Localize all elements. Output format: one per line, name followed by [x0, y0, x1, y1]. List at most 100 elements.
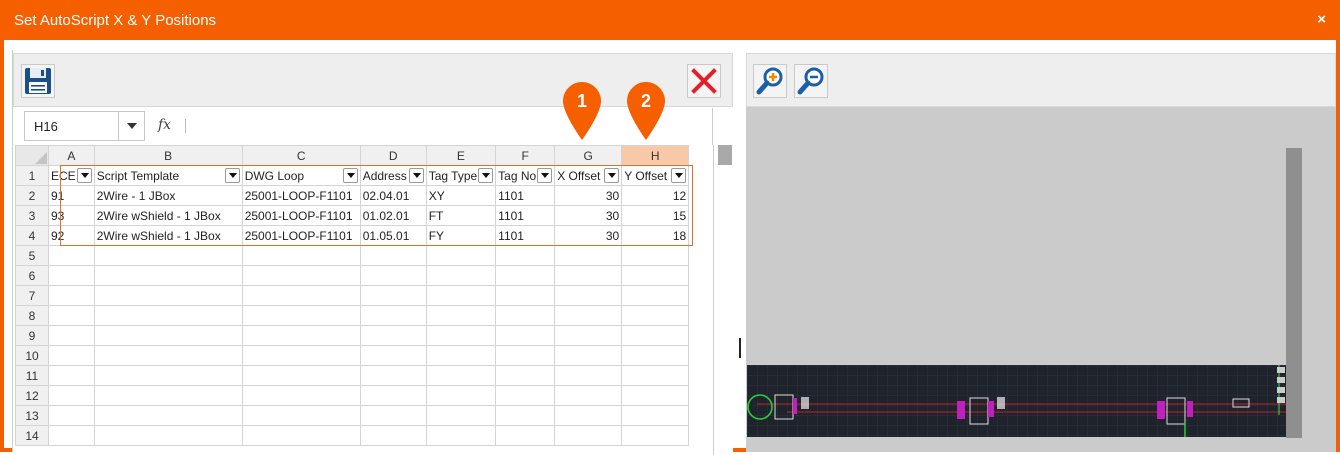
- empty-cell[interactable]: [425, 245, 497, 266]
- empty-cell[interactable]: [621, 285, 690, 306]
- empty-cell[interactable]: [359, 365, 427, 386]
- cell[interactable]: 25001-LOOP-F1101: [241, 225, 361, 246]
- empty-cell[interactable]: [241, 245, 361, 266]
- empty-cell[interactable]: [93, 325, 243, 346]
- empty-cell[interactable]: [359, 425, 427, 446]
- zoom-in-button[interactable]: [753, 64, 787, 98]
- empty-cell[interactable]: [48, 405, 95, 426]
- cell[interactable]: 18: [621, 225, 690, 246]
- empty-cell[interactable]: [621, 305, 690, 326]
- cell[interactable]: 30: [554, 225, 623, 246]
- chevron-down-icon[interactable]: [118, 112, 144, 140]
- empty-cell[interactable]: [495, 425, 556, 446]
- header-cell[interactable]: Tag Type: [425, 165, 497, 186]
- empty-cell[interactable]: [425, 365, 497, 386]
- row-header[interactable]: 3: [15, 205, 49, 226]
- empty-cell[interactable]: [425, 305, 497, 326]
- spreadsheet-grid[interactable]: A B C D E F G H 1 ECE Script Template DWG L…: [13, 145, 713, 455]
- scrollbar-thumb[interactable]: [718, 145, 732, 165]
- row-header[interactable]: 14: [15, 425, 49, 446]
- row-header[interactable]: 13: [15, 405, 49, 426]
- cell[interactable]: 92: [48, 225, 95, 246]
- column-header[interactable]: D: [359, 145, 427, 166]
- empty-cell[interactable]: [554, 305, 623, 326]
- row-header[interactable]: 5: [15, 245, 49, 266]
- empty-cell[interactable]: [554, 265, 623, 286]
- filter-dropdown-icon[interactable]: [408, 168, 424, 183]
- column-header[interactable]: C: [241, 145, 361, 166]
- row-header[interactable]: 1: [15, 165, 49, 186]
- header-cell[interactable]: Script Template: [93, 165, 243, 186]
- empty-cell[interactable]: [359, 345, 427, 366]
- filter-dropdown-icon[interactable]: [537, 168, 553, 183]
- empty-cell[interactable]: [359, 265, 427, 286]
- empty-cell[interactable]: [554, 325, 623, 346]
- cell-reference-box[interactable]: H16: [24, 111, 145, 141]
- header-cell[interactable]: DWG Loop: [241, 165, 361, 186]
- filter-dropdown-icon[interactable]: [671, 168, 687, 183]
- empty-cell[interactable]: [241, 305, 361, 326]
- cancel-button[interactable]: [687, 64, 721, 98]
- empty-cell[interactable]: [554, 345, 623, 366]
- empty-cell[interactable]: [554, 405, 623, 426]
- cell[interactable]: 01.05.01: [359, 225, 427, 246]
- cell[interactable]: 25001-LOOP-F1101: [241, 185, 361, 206]
- filter-dropdown-icon[interactable]: [342, 168, 358, 183]
- cell[interactable]: 91: [48, 185, 95, 206]
- empty-cell[interactable]: [621, 245, 690, 266]
- cell[interactable]: 02.04.01: [359, 185, 427, 206]
- row-header[interactable]: 2: [15, 185, 49, 206]
- empty-cell[interactable]: [93, 345, 243, 366]
- empty-cell[interactable]: [93, 305, 243, 326]
- header-cell[interactable]: ECE: [48, 165, 95, 186]
- filter-dropdown-icon[interactable]: [224, 168, 240, 183]
- empty-cell[interactable]: [359, 385, 427, 406]
- pane-splitter[interactable]: [739, 338, 741, 358]
- empty-cell[interactable]: [554, 425, 623, 446]
- row-header[interactable]: 7: [15, 285, 49, 306]
- filter-dropdown-icon[interactable]: [478, 168, 494, 183]
- empty-cell[interactable]: [425, 345, 497, 366]
- empty-cell[interactable]: [495, 325, 556, 346]
- empty-cell[interactable]: [48, 425, 95, 446]
- row-header[interactable]: 9: [15, 325, 49, 346]
- empty-cell[interactable]: [425, 385, 497, 406]
- close-icon[interactable]: ×: [1317, 11, 1326, 28]
- empty-cell[interactable]: [48, 285, 95, 306]
- column-header[interactable]: E: [425, 145, 497, 166]
- header-cell[interactable]: Tag No: [495, 165, 556, 186]
- cell[interactable]: 12: [621, 185, 690, 206]
- empty-cell[interactable]: [425, 425, 497, 446]
- empty-cell[interactable]: [495, 285, 556, 306]
- cell[interactable]: 01.02.01: [359, 205, 427, 226]
- empty-cell[interactable]: [48, 265, 95, 286]
- row-header[interactable]: 4: [15, 225, 49, 246]
- empty-cell[interactable]: [93, 245, 243, 266]
- cell[interactable]: 1101: [495, 205, 556, 226]
- preview-scrollbar[interactable]: [1286, 148, 1302, 438]
- empty-cell[interactable]: [621, 385, 690, 406]
- empty-cell[interactable]: [425, 285, 497, 306]
- empty-cell[interactable]: [241, 425, 361, 446]
- empty-cell[interactable]: [621, 345, 690, 366]
- row-header[interactable]: 11: [15, 365, 49, 386]
- column-header[interactable]: G: [554, 145, 623, 166]
- header-cell[interactable]: Y Offset: [621, 165, 690, 186]
- empty-cell[interactable]: [621, 425, 690, 446]
- select-all-corner[interactable]: [15, 145, 49, 166]
- empty-cell[interactable]: [554, 385, 623, 406]
- empty-cell[interactable]: [495, 405, 556, 426]
- column-header[interactable]: A: [48, 145, 95, 166]
- empty-cell[interactable]: [359, 305, 427, 326]
- empty-cell[interactable]: [425, 405, 497, 426]
- header-cell[interactable]: Address: [359, 165, 427, 186]
- cell[interactable]: 2Wire - 1 JBox: [93, 185, 243, 206]
- empty-cell[interactable]: [359, 405, 427, 426]
- cell[interactable]: 30: [554, 185, 623, 206]
- empty-cell[interactable]: [425, 325, 497, 346]
- empty-cell[interactable]: [495, 345, 556, 366]
- empty-cell[interactable]: [93, 385, 243, 406]
- empty-cell[interactable]: [359, 325, 427, 346]
- cell[interactable]: 2Wire wShield - 1 JBox: [93, 225, 243, 246]
- cell[interactable]: 2Wire wShield - 1 JBox: [93, 205, 243, 226]
